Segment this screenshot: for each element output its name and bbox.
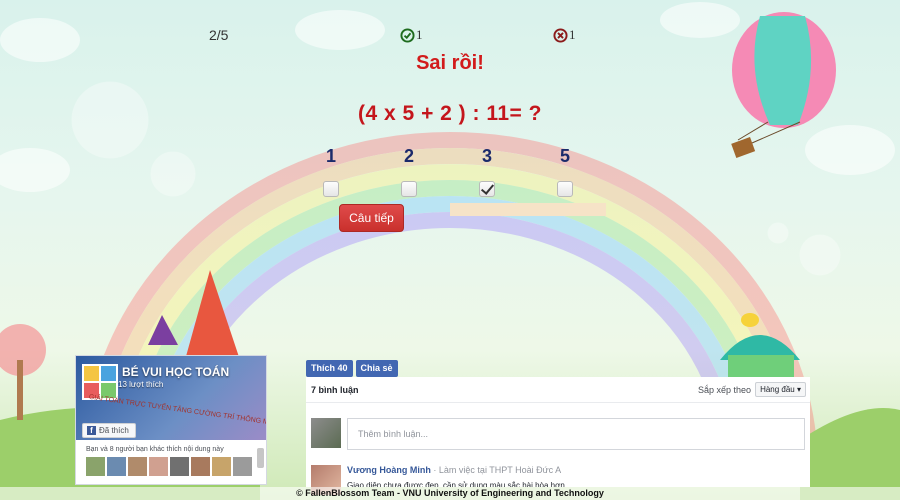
facebook-icon: f: [87, 426, 96, 435]
comment-count: 7 bình luận: [311, 384, 359, 395]
answer-option: 5: [545, 146, 585, 197]
widget-scrollbar[interactable]: [257, 448, 264, 468]
page-cover: BÉ VUI HỌC TOÁN 13 lượt thích GIẢI TOÁN …: [76, 356, 266, 440]
answer-checkbox[interactable]: [323, 181, 339, 197]
wrong-count: 1: [569, 27, 576, 42]
avatar: [311, 418, 341, 448]
like-share-bar: Thích 40 Chia sẻ: [306, 360, 398, 377]
answer-value: 1: [325, 146, 336, 166]
answer-option: 1: [311, 146, 351, 197]
comment-meta: Vương Hoàng Minh · Làm việc tại THPT Hoà…: [347, 465, 565, 475]
friend-avatars: [76, 457, 266, 476]
cover-text: GIẢI TOÁN TRỰC TUYẾN TĂNG CƯỜNG TRÍ THÔN…: [88, 393, 267, 428]
avatar[interactable]: [191, 457, 210, 476]
sort-label: Sắp xếp theo: [698, 384, 752, 395]
wrong-counter: 1: [553, 27, 576, 43]
sort-select[interactable]: Hàng đầu ▾: [755, 382, 806, 397]
avatar[interactable]: [86, 457, 105, 476]
facebook-page-widget: BÉ VUI HỌC TOÁN 13 lượt thích GIẢI TOÁN …: [75, 355, 267, 485]
answer-options: 1 2 3 5: [0, 146, 900, 206]
progress-counter: 2/5: [209, 27, 229, 43]
correct-counter: 1: [400, 27, 423, 43]
avatar[interactable]: [128, 457, 147, 476]
correct-count: 1: [416, 27, 423, 42]
friends-like-text: Bạn và 8 người bạn khác thích nội dung n…: [86, 446, 224, 453]
answer-value: 3: [481, 146, 492, 166]
comments-header: 7 bình luận Sắp xếp theo Hàng đầu ▾: [306, 377, 810, 403]
next-question-button[interactable]: Câu tiếp: [339, 204, 404, 232]
answer-feedback-bar: [450, 203, 606, 216]
like-button[interactable]: Thích 40: [306, 360, 353, 377]
comment-composer: Thêm bình luận...: [311, 418, 805, 450]
avatar[interactable]: [212, 457, 231, 476]
comments-plugin: 7 bình luận Sắp xếp theo Hàng đầu ▾ Thêm…: [306, 377, 810, 495]
check-circle-icon: [400, 28, 415, 43]
liked-label: Đã thích: [99, 426, 129, 435]
answer-checkbox[interactable]: [479, 181, 495, 197]
page-likes: 13 lượt thích: [118, 380, 164, 389]
answer-value: 5: [559, 146, 570, 166]
liked-button[interactable]: f Đã thích: [82, 423, 136, 438]
answer-option: 2: [389, 146, 429, 197]
share-button[interactable]: Chia sẻ: [355, 360, 398, 377]
answer-checkbox[interactable]: [401, 181, 417, 197]
page-name[interactable]: BÉ VUI HỌC TOÁN: [122, 365, 229, 379]
question-text: (4 x 5 + 2 ) : 11= ?: [358, 102, 542, 125]
avatar[interactable]: [170, 457, 189, 476]
x-circle-icon: [553, 28, 568, 43]
avatar[interactable]: [233, 457, 252, 476]
comment-author[interactable]: Vương Hoàng Minh: [347, 465, 431, 475]
sort-control: Sắp xếp theo Hàng đầu ▾: [698, 382, 806, 397]
avatar[interactable]: [107, 457, 126, 476]
result-message: Sai rồi!: [416, 52, 484, 74]
comment-input[interactable]: Thêm bình luận...: [347, 418, 805, 450]
answer-checkbox[interactable]: [557, 181, 573, 197]
comment-author-info: · Làm việc tại THPT Hoài Đức A: [433, 465, 562, 475]
hot-air-balloon: [731, 12, 836, 158]
avatar[interactable]: [149, 457, 168, 476]
tree: [0, 324, 46, 420]
answer-value: 2: [403, 146, 414, 166]
answer-option: 3: [467, 146, 507, 197]
footer-credit: © FallenBlossom Team - VNU University of…: [0, 487, 900, 500]
